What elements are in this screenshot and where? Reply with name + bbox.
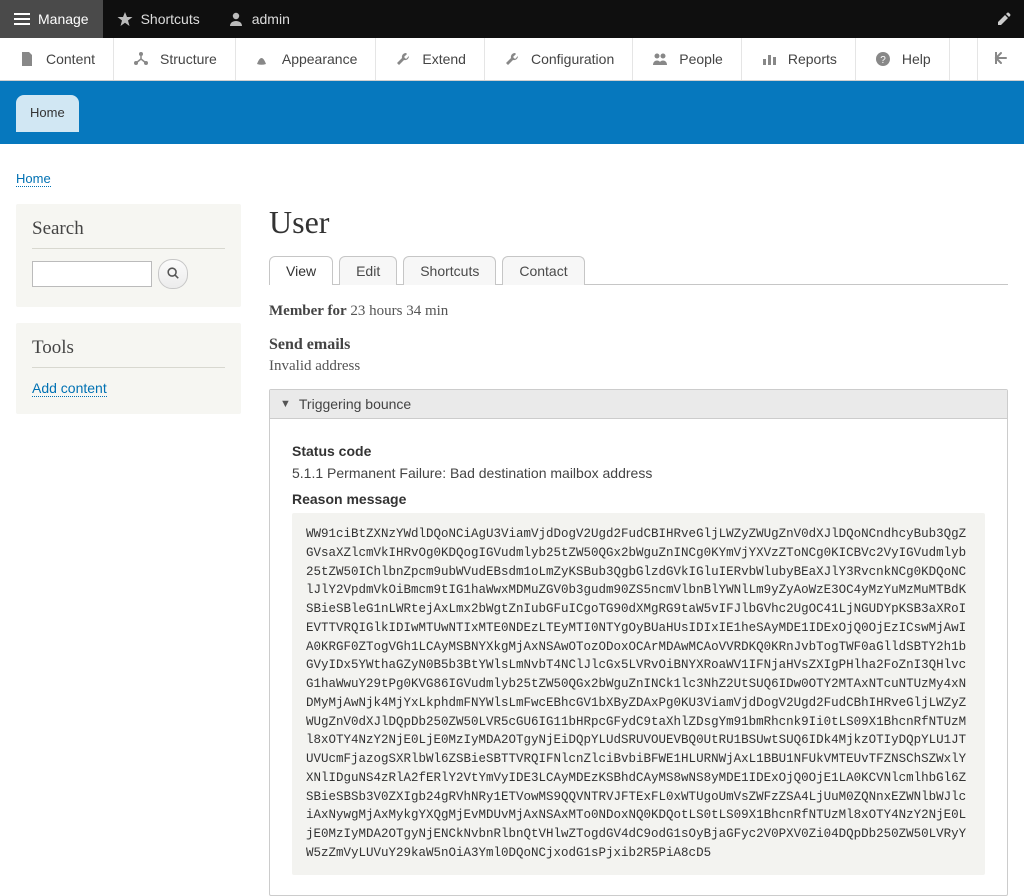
tab-edit-label: Edit [356, 263, 380, 279]
toolbar-manage[interactable]: Manage [0, 0, 103, 38]
search-block: Search [16, 204, 241, 307]
menu-collapse[interactable] [977, 38, 1024, 80]
menu-structure[interactable]: Structure [114, 38, 236, 80]
menu-reports[interactable]: Reports [742, 38, 856, 80]
people-icon [651, 50, 669, 68]
menu-appearance[interactable]: Appearance [236, 38, 377, 80]
details-summary-label: Triggering bounce [299, 396, 411, 412]
tab-shortcuts-label: Shortcuts [420, 263, 479, 279]
menu-help[interactable]: ? Help [856, 38, 950, 80]
appearance-icon [254, 50, 272, 68]
wrench-icon [394, 50, 412, 68]
menu-content[interactable]: Content [0, 38, 114, 80]
columns: Search Tools Add content User View [16, 204, 1008, 896]
toolbar-edit[interactable] [996, 11, 1024, 27]
menu-extend-label: Extend [422, 51, 466, 67]
collapse-icon [992, 49, 1010, 70]
page-wrap: Home Search Tools Add content [0, 144, 1024, 896]
toolbar-shortcuts[interactable]: Shortcuts [103, 0, 214, 38]
main: User View Edit Shortcuts Contact Member … [269, 204, 1008, 896]
tab-contact[interactable]: Contact [502, 256, 584, 285]
details-body: Status code 5.1.1 Permanent Failure: Bad… [270, 419, 1007, 895]
toolbar-user[interactable]: admin [214, 0, 304, 38]
menu-appearance-label: Appearance [282, 51, 358, 67]
svg-text:?: ? [880, 55, 886, 66]
document-icon [18, 50, 36, 68]
send-emails-heading: Send emails [269, 336, 1008, 354]
page-title: User [269, 204, 1008, 241]
details-box: ▼ Triggering bounce Status code 5.1.1 Pe… [269, 389, 1008, 896]
search-row [32, 259, 225, 289]
member-label: Member for [269, 303, 347, 319]
reason-body: WW91ciBtZXNzYWdlDQoNCiAgU3ViamVjdDogV2Ug… [292, 513, 985, 875]
search-input[interactable] [32, 261, 152, 287]
wrench-icon [503, 50, 521, 68]
tab-shortcuts[interactable]: Shortcuts [403, 256, 496, 285]
toolbar-top-left: Manage Shortcuts admin [0, 0, 304, 38]
toolbar-top: Manage Shortcuts admin [0, 0, 1024, 38]
menu-reports-label: Reports [788, 51, 837, 67]
status-code-label: Status code [292, 443, 985, 459]
search-icon [166, 266, 180, 283]
star-icon [117, 11, 133, 27]
spacer [950, 38, 977, 80]
menu-help-label: Help [902, 51, 931, 67]
sidebar: Search Tools Add content [16, 204, 241, 430]
tab-edit[interactable]: Edit [339, 256, 397, 285]
send-emails-value: Invalid address [269, 358, 1008, 375]
tab-view-label: View [286, 263, 316, 279]
blue-bar: Home [0, 81, 1024, 144]
menu-structure-label: Structure [160, 51, 217, 67]
home-tab[interactable]: Home [16, 95, 79, 132]
menu-people[interactable]: People [633, 38, 742, 80]
member-line: Member for 23 hours 34 min [269, 303, 1008, 320]
menu-people-label: People [679, 51, 723, 67]
help-icon: ? [874, 50, 892, 68]
member-value: 23 hours 34 min [350, 303, 448, 319]
triangle-down-icon: ▼ [280, 398, 291, 410]
tabs: View Edit Shortcuts Contact [269, 255, 1008, 285]
admin-menu: Content Structure Appearance Extend Conf… [0, 38, 1024, 81]
tab-view[interactable]: View [269, 256, 333, 285]
structure-icon [132, 50, 150, 68]
add-content-link[interactable]: Add content [32, 380, 107, 397]
user-icon [228, 11, 244, 27]
tools-link-wrap: Add content [32, 380, 225, 396]
pencil-icon [996, 11, 1012, 27]
menu-configuration[interactable]: Configuration [485, 38, 633, 80]
tools-heading: Tools [32, 337, 225, 368]
hamburger-icon [14, 11, 30, 27]
menu-content-label: Content [46, 51, 95, 67]
status-code-value: 5.1.1 Permanent Failure: Bad destination… [292, 465, 985, 481]
menu-extend[interactable]: Extend [376, 38, 485, 80]
toolbar-shortcuts-label: Shortcuts [141, 11, 200, 27]
tab-contact-label: Contact [519, 263, 567, 279]
search-heading: Search [32, 218, 225, 249]
breadcrumb: Home [16, 170, 1008, 186]
menu-configuration-label: Configuration [531, 51, 614, 67]
breadcrumb-home[interactable]: Home [16, 171, 51, 187]
tools-block: Tools Add content [16, 323, 241, 414]
reason-label: Reason message [292, 491, 985, 507]
home-tab-label: Home [30, 105, 65, 120]
chart-icon [760, 50, 778, 68]
toolbar-manage-label: Manage [38, 11, 89, 27]
search-button[interactable] [158, 259, 188, 289]
details-summary[interactable]: ▼ Triggering bounce [270, 390, 1007, 419]
toolbar-user-label: admin [252, 11, 290, 27]
